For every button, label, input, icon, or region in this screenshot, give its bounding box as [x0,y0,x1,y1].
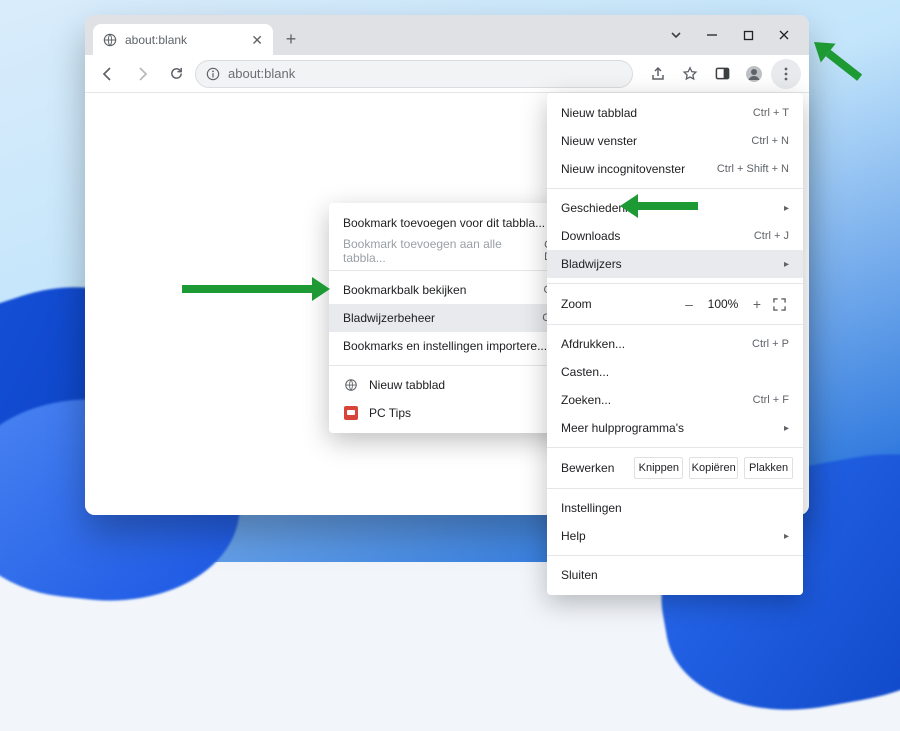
side-panel-icon[interactable] [707,59,737,89]
edit-copy-button[interactable]: Kopiëren [689,457,738,479]
tab-title: about:blank [125,33,187,47]
back-button[interactable] [93,59,123,89]
menu-cast[interactable]: Casten... [547,358,803,386]
menu-more-tools[interactable]: Meer hulpprogramma's▸ [547,414,803,442]
forward-button[interactable] [127,59,157,89]
chrome-window: about:blank ✕ + [85,15,809,515]
edit-cut-button[interactable]: Knippen [634,457,683,479]
chevron-right-icon: ▸ [784,203,789,214]
url-text: about:blank [228,66,295,81]
address-bar[interactable]: about:blank [195,60,633,88]
chevron-right-icon: ▸ [784,259,789,270]
tab-search-button[interactable] [659,20,693,50]
share-icon[interactable] [643,59,673,89]
menu-find[interactable]: Zoeken...Ctrl + F [547,386,803,414]
zoom-in-button[interactable]: + [745,296,769,312]
menu-settings[interactable]: Instellingen [547,494,803,522]
zoom-value: 100% [701,297,745,311]
reload-button[interactable] [161,59,191,89]
browser-tab[interactable]: about:blank ✕ [93,24,273,56]
close-window-button[interactable] [767,20,801,50]
menu-edit-row: Bewerken Knippen Kopiëren Plakken [547,453,803,483]
menu-new-tab[interactable]: Nieuw tabbladCtrl + T [547,99,803,127]
bookmark-star-icon[interactable] [675,59,705,89]
favicon-pctips-icon [343,405,359,421]
more-menu-button[interactable] [771,59,801,89]
annotation-arrow-1 [182,277,330,301]
new-tab-button[interactable]: + [277,25,305,53]
annotation-arrow-2 [620,194,698,218]
chevron-right-icon: ▸ [784,423,789,434]
menu-print[interactable]: Afdrukken...Ctrl + P [547,330,803,358]
globe-icon [343,377,359,393]
profile-icon[interactable] [739,59,769,89]
menu-incognito[interactable]: Nieuw incognitovensterCtrl + Shift + N [547,155,803,183]
menu-exit[interactable]: Sluiten [547,561,803,589]
close-tab-icon[interactable]: ✕ [251,32,263,49]
tabstrip: about:blank ✕ + [85,15,809,55]
menu-zoom: Zoom – 100% + [547,289,803,319]
chevron-right-icon: ▸ [784,531,789,542]
site-info-icon[interactable] [206,67,220,81]
zoom-out-button[interactable]: – [677,296,701,312]
minimize-button[interactable] [695,20,729,50]
fullscreen-icon[interactable] [769,298,789,311]
chrome-main-menu: Nieuw tabbladCtrl + T Nieuw vensterCtrl … [547,93,803,595]
toolbar: about:blank [85,55,809,93]
maximize-button[interactable] [731,20,765,50]
menu-help[interactable]: Help▸ [547,522,803,550]
menu-new-window[interactable]: Nieuw vensterCtrl + N [547,127,803,155]
menu-downloads[interactable]: DownloadsCtrl + J [547,222,803,250]
window-controls [659,15,801,55]
globe-icon [103,33,117,47]
menu-bookmarks[interactable]: Bladwijzers▸ [547,250,803,278]
edit-paste-button[interactable]: Plakken [744,457,793,479]
